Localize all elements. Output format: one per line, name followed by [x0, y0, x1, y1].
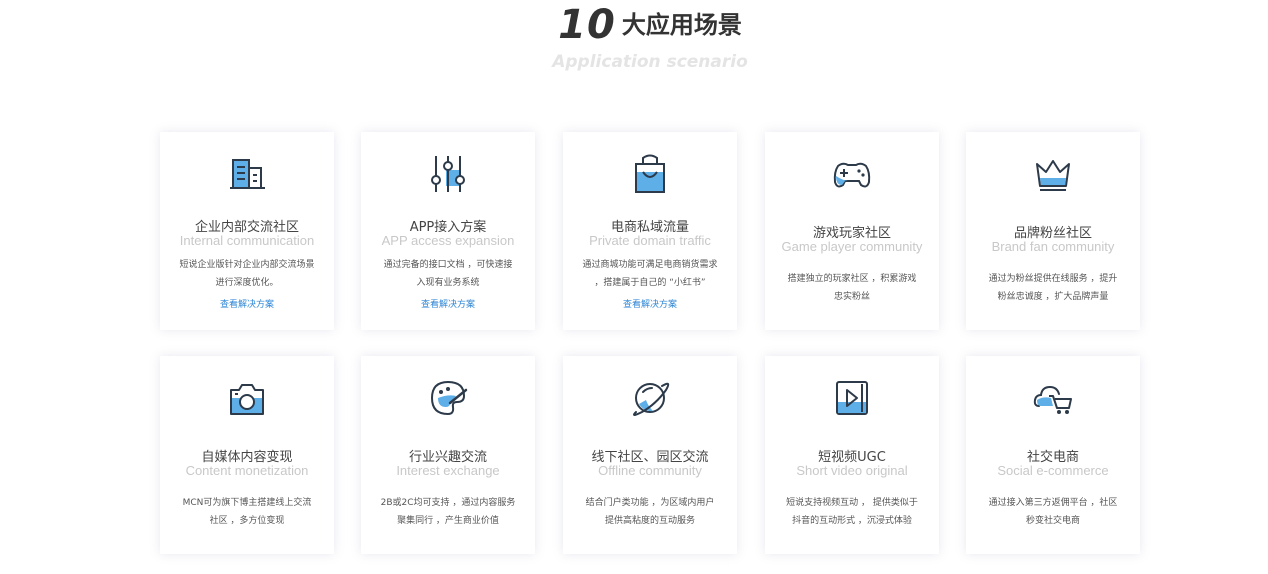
card-description: 通过商城功能可满足电商销货需求 ，搭建属于自己的 “小红书”: [573, 256, 727, 292]
card-description: 通过完备的接口文档 ，可快速接 入现有业务系统: [371, 256, 525, 292]
card-subtitle-en: Interest exchange: [396, 463, 500, 478]
scenario-card-short-video[interactable]: 短视频UGC Short video original 短说支持视频互动 ， 提…: [765, 356, 939, 554]
section-title: 10 大应用场景: [0, 0, 1268, 50]
scenario-card-private-traffic[interactable]: 电商私域流量 Private domain traffic 通过商城功能可满足电…: [563, 132, 737, 330]
gamepad-icon: [830, 152, 874, 196]
card-subtitle-en: Game player community: [781, 239, 923, 254]
card-description-line: 通过完备的接口文档 ，可快速接: [383, 260, 513, 270]
scenario-card-interest-exchange[interactable]: 行业兴趣交流 Interest exchange 2B或2C均可支持 ，通过内容…: [361, 356, 535, 554]
section-heading: 10 大应用场景 Application scenario: [0, 0, 1268, 76]
card-subtitle-en: Social e-commerce: [997, 463, 1109, 478]
card-subtitle-en: Private domain traffic: [589, 233, 711, 248]
scenario-card-brand-fans[interactable]: 品牌粉丝社区 Brand fan community 通过为粉丝提供在线服务 ，…: [966, 132, 1140, 330]
view-solution-link[interactable]: 查看解决方案: [361, 297, 535, 310]
scenario-card-offline-community[interactable]: 线下社区、园区交流 Offline community 结合门户类功能 ，为区域…: [563, 356, 737, 554]
section-title-text: 大应用场景: [621, 11, 742, 39]
video-play-icon: [830, 376, 874, 420]
card-description: 通过接入第三方返佣平台 ，社区 秒变社交电商: [976, 494, 1130, 530]
card-subtitle-en: Offline community: [598, 463, 702, 478]
card-description: 短说企业版针对企业内部交流场景 进行深度优化。: [170, 256, 324, 292]
crown-icon: [1031, 152, 1075, 196]
card-description-line: 秒变社交电商: [1025, 516, 1080, 526]
card-description-line: 抖音的互动形式 ，沉浸式体验: [792, 516, 912, 526]
card-description-line: 社区 ，多方位变现: [209, 516, 285, 526]
card-description: 2B或2C均可支持 ，通过内容服务 聚集同行 ，产生商业价值: [371, 494, 525, 530]
card-description: 通过为粉丝提供在线服务 ，提升 粉丝忠诚度 ，扩大品牌声量: [976, 270, 1130, 306]
card-description-line: 入现有业务系统: [416, 278, 480, 288]
card-description-line: 提供高粘度的互动服务: [604, 516, 695, 526]
card-description-line: 短说企业版针对企业内部交流场景: [179, 260, 315, 270]
camera-icon: [225, 376, 269, 420]
card-description: 结合门户类功能 ，为区域内用户 提供高粘度的互动服务: [573, 494, 727, 530]
scenario-card-app-access[interactable]: APP接入方案 APP access expansion 通过完备的接口文档 ，…: [361, 132, 535, 330]
view-solution-link[interactable]: 查看解决方案: [563, 297, 737, 310]
shopping-bag-icon: [628, 152, 672, 196]
card-description-line: 通过商城功能可满足电商销货需求: [582, 260, 718, 270]
card-description-line: 2B或2C均可支持 ，通过内容服务: [380, 498, 516, 508]
scenario-card-game-community[interactable]: 游戏玩家社区 Game player community 搭建独立的玩家社区 ，…: [765, 132, 939, 330]
card-subtitle-en: Content monetization: [185, 463, 309, 478]
card-description: 短说支持视频互动 ， 提供类似于 抖音的互动形式 ，沉浸式体验: [775, 494, 929, 530]
card-description-line: 聚集同行 ，产生商业价值: [397, 516, 499, 526]
view-solution-link[interactable]: 查看解决方案: [160, 297, 334, 310]
card-description-line: 搭建独立的玩家社区 ，积累游戏: [787, 274, 917, 284]
planet-icon: [628, 376, 672, 420]
card-description-line: 通过接入第三方返佣平台 ，社区: [988, 498, 1118, 508]
section-subtitle: Application scenario: [552, 52, 748, 72]
card-subtitle-en: APP access expansion: [381, 233, 515, 248]
card-description-line: 短说支持视频互动 ， 提供类似于: [786, 498, 918, 508]
building-icon: [225, 152, 269, 196]
sliders-icon: [426, 152, 470, 196]
cloud-cart-icon: [1031, 376, 1075, 420]
card-description: MCN可为旗下博主搭建线上交流 社区 ，多方位变现: [170, 494, 324, 530]
card-description-line: 忠实粉丝: [833, 292, 870, 302]
scenario-card-social-ecommerce[interactable]: 社交电商 Social e-commerce 通过接入第三方返佣平台 ，社区 秒…: [966, 356, 1140, 554]
card-description-line: ，搭建属于自己的 “小红书”: [594, 278, 706, 288]
card-description-line: 结合门户类功能 ，为区域内用户: [585, 498, 715, 508]
card-subtitle-en: Internal communication: [179, 233, 315, 248]
card-description: 搭建独立的玩家社区 ，积累游戏 忠实粉丝: [775, 270, 929, 306]
card-subtitle-en: Short video original: [796, 463, 908, 478]
section-title-number: 10: [558, 2, 616, 48]
card-description-line: 粉丝忠诚度 ，扩大品牌声量: [997, 292, 1109, 302]
card-description-line: MCN可为旗下博主搭建线上交流: [182, 498, 312, 508]
card-description-line: 通过为粉丝提供在线服务 ，提升: [988, 274, 1118, 284]
scenario-card-internal-communication[interactable]: 企业内部交流社区 Internal communication 短说企业版针对企…: [160, 132, 334, 330]
scenario-card-content-monetization[interactable]: 自媒体内容变现 Content monetization MCN可为旗下博主搭建…: [160, 356, 334, 554]
card-description-line: 进行深度优化。: [215, 278, 279, 288]
card-subtitle-en: Brand fan community: [991, 239, 1115, 254]
palette-icon: [426, 376, 470, 420]
